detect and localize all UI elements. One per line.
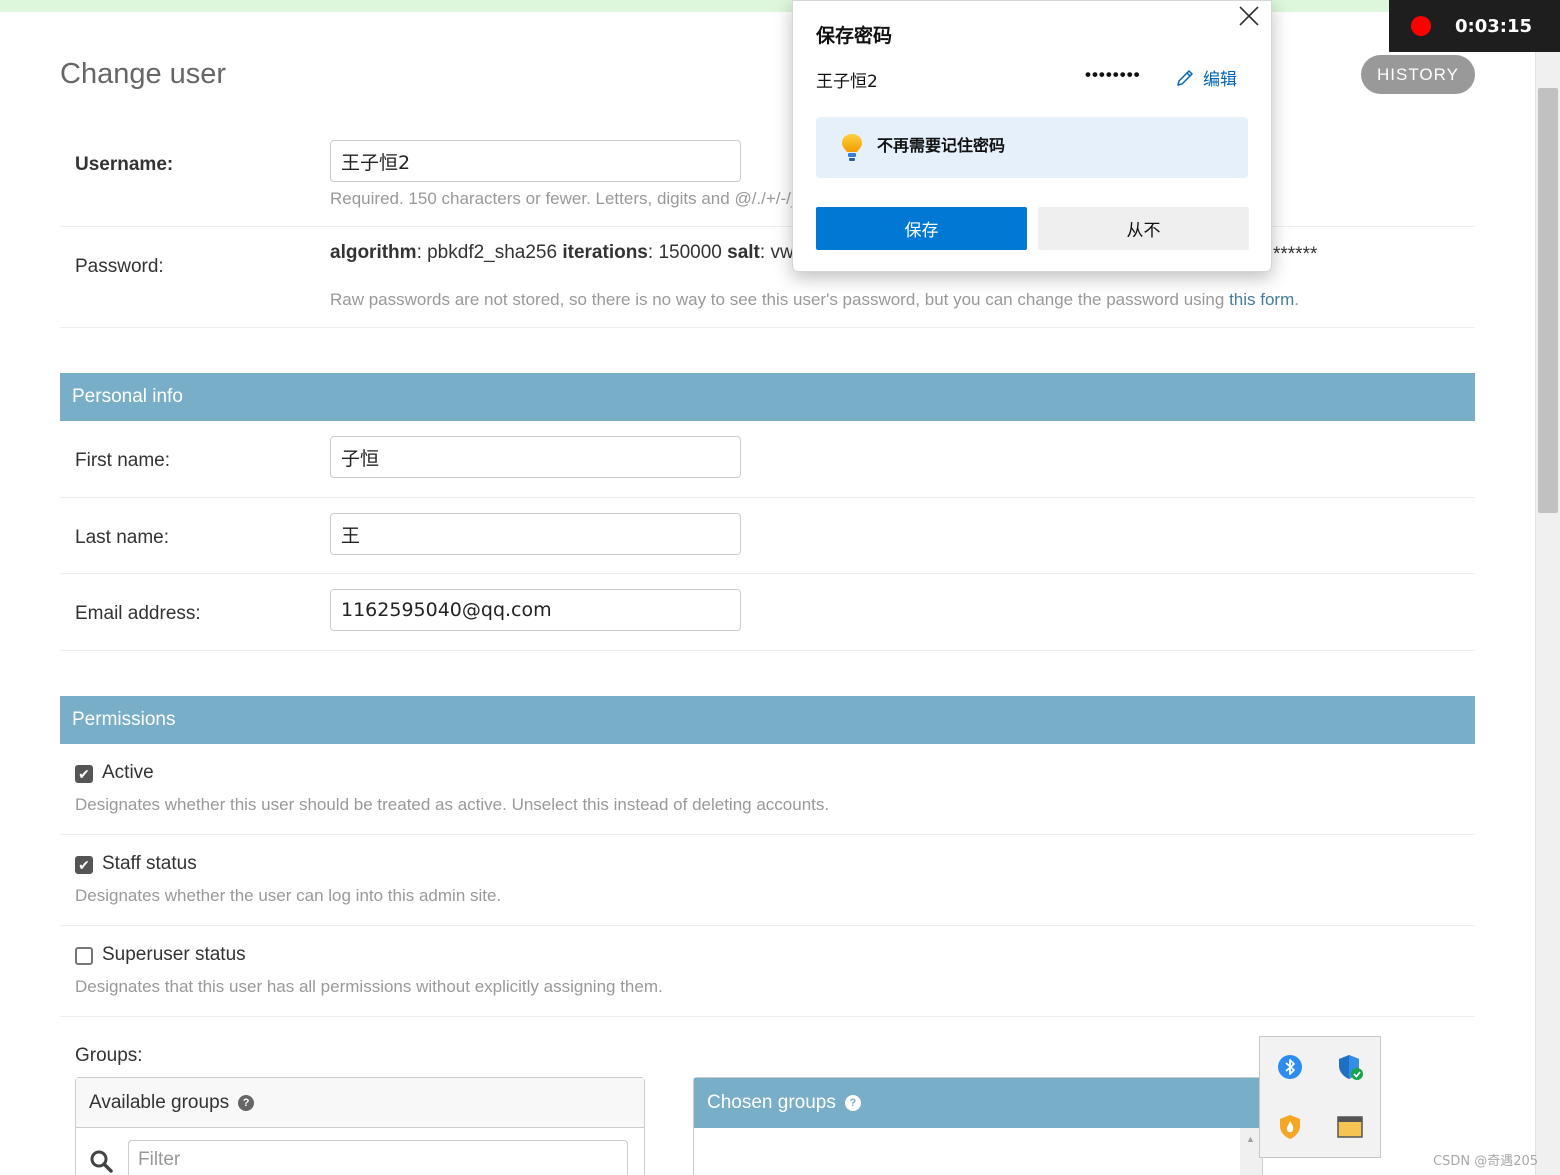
last-name-input[interactable]: 王 — [330, 513, 741, 555]
active-row: ✔ Active Designates whether this user sh… — [60, 762, 1475, 835]
never-save-button[interactable]: 从不 — [1038, 207, 1249, 250]
superuser-status-help: Designates that this user has all permis… — [75, 977, 663, 996]
staff-row: ✔ Staff status Designates whether the us… — [60, 853, 1475, 926]
chosen-groups-header: Chosen groups ? — [694, 1078, 1262, 1128]
hash-value-tail: ****** — [1273, 244, 1318, 265]
username-help: Required. 150 characters or fewer. Lette… — [330, 189, 840, 208]
first-name-row: First name: 子恒 — [60, 421, 1475, 498]
active-help: Designates whether this user should be t… — [75, 795, 830, 814]
record-dot-icon — [1411, 16, 1431, 36]
filter-row: Filter — [76, 1128, 644, 1175]
close-icon[interactable] — [1237, 4, 1261, 28]
algorithm-value: : pbkdf2_sha256 — [416, 242, 563, 263]
password-help-text: Raw passwords are not stored, so there i… — [330, 290, 1230, 309]
bluetooth-icon-glyph — [1278, 1055, 1302, 1079]
question-circle-icon[interactable]: ? — [238, 1094, 255, 1111]
recording-time: 0:03:15 — [1455, 15, 1533, 37]
scroll-up-arrow-icon[interactable]: ▲ — [1246, 1134, 1255, 1144]
username-input[interactable]: 王子恒2 — [330, 140, 741, 182]
password-help: Raw passwords are not stored, so there i… — [330, 290, 1299, 310]
change-password-link[interactable]: this form — [1229, 290, 1294, 309]
password-help-suffix: . — [1294, 290, 1299, 309]
available-groups-box: Available groups ? Filter — [75, 1077, 645, 1175]
chosen-groups-box: Chosen groups ? ▲ — [693, 1077, 1263, 1175]
save-password-popup: 保存密码 王子恒2 •••••••• 编辑 不再需要记住密码 保存 从不 — [792, 0, 1272, 272]
iterations-key: iterations — [562, 242, 648, 263]
superuser-row: Superuser status Designates that this us… — [60, 944, 1475, 1017]
email-label: Email address: — [75, 603, 201, 624]
superuser-status-checkbox[interactable] — [75, 947, 93, 965]
groups-label: Groups: — [75, 1045, 143, 1066]
available-groups-header: Available groups ? — [76, 1078, 644, 1128]
active-checkbox[interactable]: ✔ — [75, 765, 93, 783]
staff-status-help: Designates whether the user can log into… — [75, 886, 502, 905]
pencil-icon — [1177, 69, 1193, 86]
popup-tip[interactable]: 不再需要记住密码 — [816, 117, 1248, 178]
fire-shield-icon — [1280, 1115, 1300, 1139]
popup-username: 王子恒2 — [816, 72, 878, 92]
system-tray-overflow — [1259, 1036, 1381, 1158]
history-button[interactable]: HISTORY — [1361, 55, 1475, 94]
shield-check-icon — [1339, 1055, 1363, 1080]
email-input[interactable]: 1162595040@qq.com — [330, 589, 741, 631]
firewall-icon[interactable] — [1275, 1112, 1305, 1142]
popup-tip-text: 不再需要记住密码 — [877, 135, 1006, 155]
last-name-row: Last name: 王 — [60, 498, 1475, 574]
superuser-status-label[interactable]: Superuser status — [102, 944, 246, 966]
active-label[interactable]: Active — [102, 762, 154, 784]
popup-edit-label: 编辑 — [1203, 70, 1237, 90]
username-label: Username: — [75, 154, 174, 175]
groups-filter-input[interactable]: Filter — [128, 1140, 628, 1175]
save-password-button[interactable]: 保存 — [816, 207, 1027, 250]
last-name-label: Last name: — [75, 527, 169, 548]
available-groups-title: Available groups — [89, 1091, 230, 1113]
personal-info-header: Personal info — [60, 373, 1475, 421]
recording-indicator: 0:03:15 — [1389, 0, 1560, 52]
password-hash-summary: algorithm: pbkdf2_sha256 iterations: 150… — [330, 242, 794, 264]
scrollbar-thumb[interactable] — [1538, 88, 1558, 513]
permissions-header: Permissions — [60, 696, 1475, 744]
first-name-input[interactable]: 子恒 — [330, 436, 741, 478]
popup-title: 保存密码 — [816, 25, 893, 47]
iterations-value: : 150000 — [647, 242, 728, 263]
window-icon — [1337, 1116, 1363, 1138]
popup-edit-button[interactable]: 编辑 — [1175, 65, 1237, 90]
bluetooth-icon[interactable] — [1275, 1052, 1305, 1082]
popup-masked-password: •••••••• — [1085, 65, 1141, 84]
lightbulb-icon — [842, 133, 862, 161]
security-shield-icon[interactable] — [1335, 1052, 1365, 1082]
algorithm-key: algorithm — [330, 242, 417, 263]
email-row: Email address: 1162595040@qq.com — [60, 574, 1475, 651]
staff-status-label[interactable]: Staff status — [102, 853, 197, 875]
salt-value: : vw — [759, 242, 794, 263]
password-label: Password: — [75, 256, 164, 277]
first-name-label: First name: — [75, 450, 171, 471]
search-icon — [90, 1150, 113, 1173]
staff-status-checkbox[interactable]: ✔ — [75, 856, 93, 874]
window-app-icon[interactable] — [1335, 1112, 1365, 1142]
page-title: Change user — [60, 58, 227, 90]
question-circle-icon[interactable]: ? — [844, 1095, 861, 1111]
salt-key: salt — [727, 242, 760, 263]
chosen-groups-title: Chosen groups — [707, 1092, 836, 1113]
csdn-watermark: CSDN @奇遇205 — [1433, 1154, 1539, 1169]
